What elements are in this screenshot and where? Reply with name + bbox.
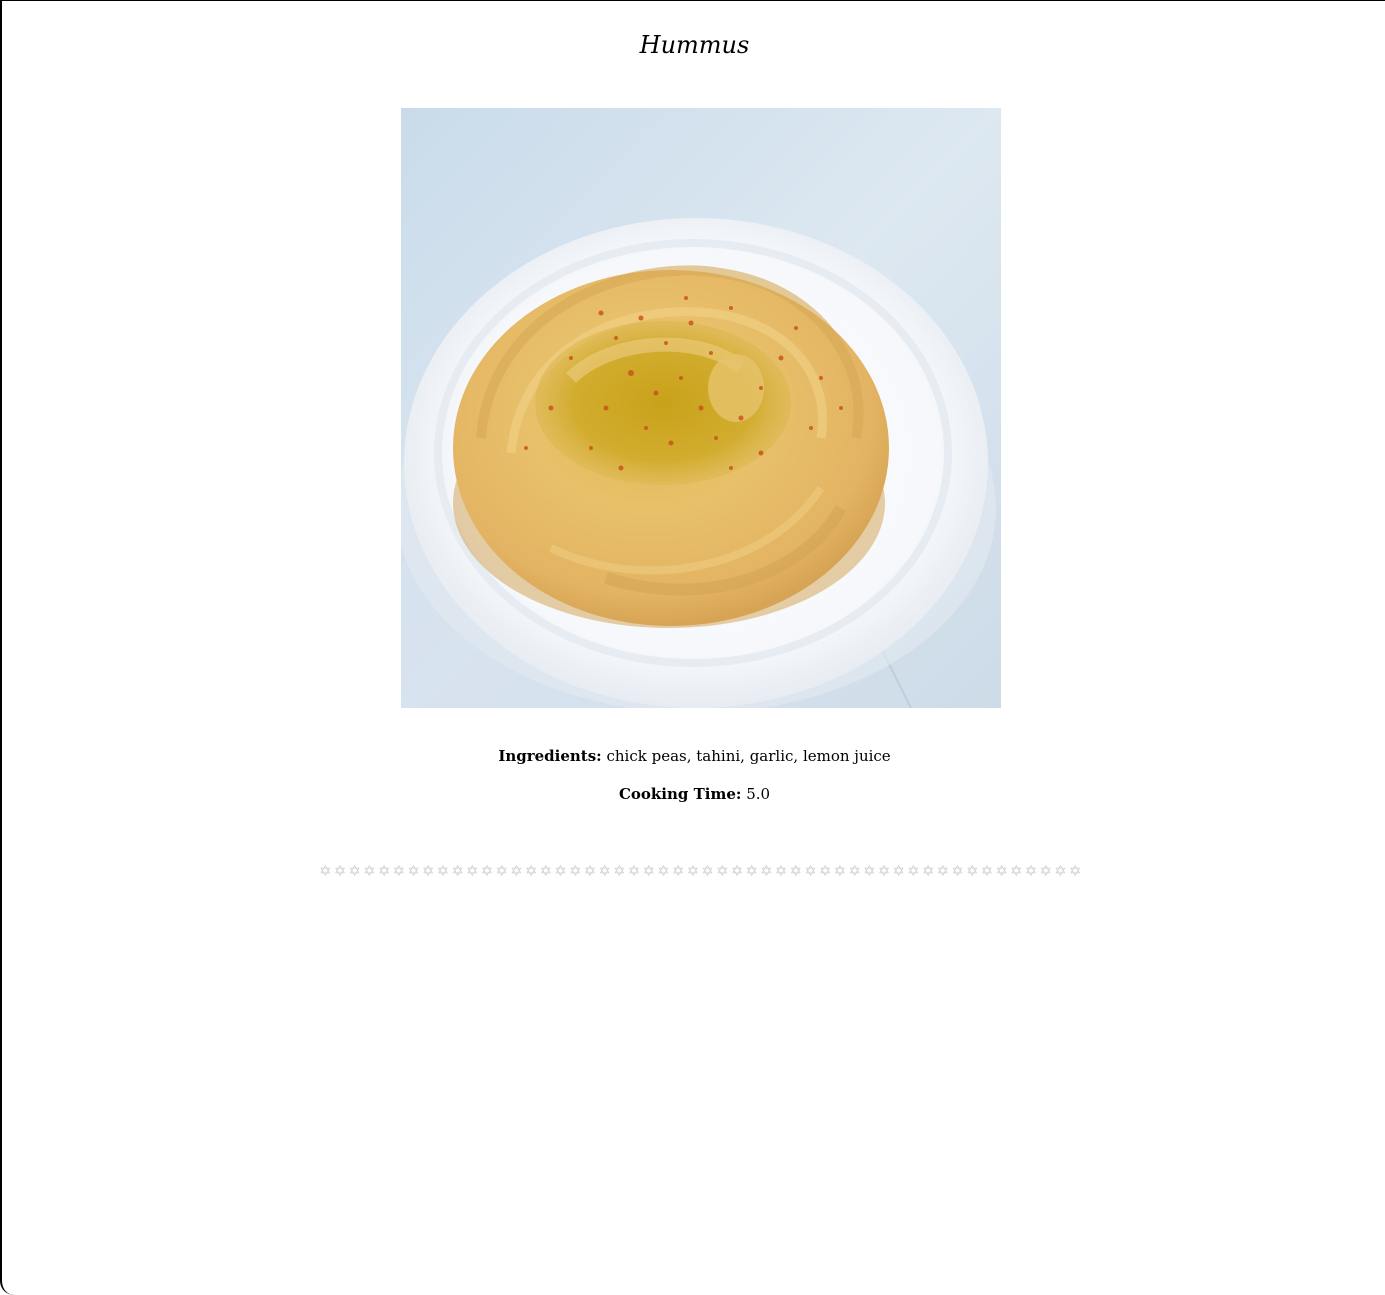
rating-star-icon[interactable]: ✡	[451, 863, 464, 879]
rating-star-icon[interactable]: ✡	[672, 863, 685, 879]
rating-star-icon[interactable]: ✡	[554, 863, 567, 879]
ingredients-line: Ingredients: chick peas, tahini, garlic,…	[2, 747, 1385, 765]
rating-star-icon[interactable]: ✡	[598, 863, 611, 879]
rating-star-icon[interactable]: ✡	[701, 863, 714, 879]
rating-star-icon[interactable]: ✡	[922, 863, 935, 879]
rating-star-icon[interactable]: ✡	[760, 863, 773, 879]
rating-star-icon[interactable]: ✡	[834, 863, 847, 879]
rating-star-icon[interactable]: ✡	[716, 863, 729, 879]
ingredients-value: chick peas, tahini, garlic, lemon juice	[606, 747, 891, 765]
rating-star-icon[interactable]: ✡	[848, 863, 861, 879]
cooking-time-line: Cooking Time: 5.0	[2, 785, 1385, 803]
rating-star-icon[interactable]: ✡	[466, 863, 479, 879]
rating-star-icon[interactable]: ✡	[863, 863, 876, 879]
rating-star-icon[interactable]: ✡	[495, 863, 508, 879]
rating-star-icon[interactable]: ✡	[422, 863, 435, 879]
cooking-time-value: 5.0	[746, 785, 771, 803]
rating-star-icon[interactable]: ✡	[437, 863, 450, 879]
rating-star-icon[interactable]: ✡	[510, 863, 523, 879]
rating-star-icon[interactable]: ✡	[348, 863, 361, 879]
rating-star-icon[interactable]: ✡	[569, 863, 582, 879]
rating-star-icon[interactable]: ✡	[540, 863, 553, 879]
rating-star-icon[interactable]: ✡	[378, 863, 391, 879]
rating-star-icon[interactable]: ✡	[1069, 863, 1082, 879]
ingredients-label: Ingredients:	[498, 747, 602, 765]
rating-star-icon[interactable]: ✡	[819, 863, 832, 879]
hummus-photo	[401, 108, 1001, 708]
rating-star-icon[interactable]: ✡	[995, 863, 1008, 879]
rating-star-icon[interactable]: ✡	[745, 863, 758, 879]
rating-star-icon[interactable]: ✡	[628, 863, 641, 879]
rating-star-icon[interactable]: ✡	[584, 863, 597, 879]
rating-star-icon[interactable]: ✡	[687, 863, 700, 879]
rating-star-icon[interactable]: ✡	[1054, 863, 1067, 879]
rating-star-icon[interactable]: ✡	[775, 863, 788, 879]
rating-star-icon[interactable]: ✡	[1025, 863, 1038, 879]
rating-star-icon[interactable]: ✡	[790, 863, 803, 879]
rating-star-icon[interactable]: ✡	[804, 863, 817, 879]
rating-star-icon[interactable]: ✡	[951, 863, 964, 879]
recipe-title: Hummus	[639, 31, 750, 59]
rating-star-icon[interactable]: ✡	[937, 863, 950, 879]
cooking-time-label: Cooking Time:	[618, 785, 742, 803]
rating-star-icon[interactable]: ✡	[363, 863, 376, 879]
rating-star-icon[interactable]: ✡	[334, 863, 347, 879]
rating-star-icon[interactable]: ✡	[525, 863, 538, 879]
rating-star-icon[interactable]: ✡	[1010, 863, 1023, 879]
rating-star-icon[interactable]: ✡	[613, 863, 626, 879]
rating-star-icon[interactable]: ✡	[907, 863, 920, 879]
rating-star-icon[interactable]: ✡	[1039, 863, 1052, 879]
star-rating[interactable]: ✡ ✡ ✡ ✡ ✡ ✡ ✡ ✡ ✡ ✡ ✡ ✡ ✡ ✡ ✡ ✡ ✡ ✡ ✡ ✡ ✡ ✡ ✡ ✡ ✡ ✡ ✡ ✡ ✡ ✡ ✡ ✡ ✡ ✡ ✡ ✡ ✡ ✡ ✡ ✡…	[319, 861, 1082, 881]
rating-star-icon[interactable]: ✡	[731, 863, 744, 879]
rating-star-icon[interactable]: ✡	[407, 863, 420, 879]
page-frame: Hummus Ingredients: chick peas, tahini, …	[0, 0, 1385, 1295]
rating-star-icon[interactable]: ✡	[481, 863, 494, 879]
rating-star-icon[interactable]: ✡	[878, 863, 891, 879]
rating-star-icon[interactable]: ✡	[657, 863, 670, 879]
rating-star-icon[interactable]: ✡	[393, 863, 406, 879]
rating-star-icon[interactable]: ✡	[642, 863, 655, 879]
rating-star-icon[interactable]: ✡	[966, 863, 979, 879]
rating-star-icon[interactable]: ✡	[981, 863, 994, 879]
rating-star-icon[interactable]: ✡	[319, 863, 332, 879]
rating-star-icon[interactable]: ✡	[892, 863, 905, 879]
